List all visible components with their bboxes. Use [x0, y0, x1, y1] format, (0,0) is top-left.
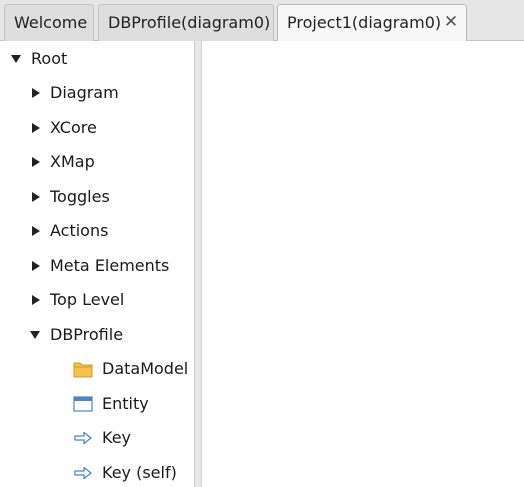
tree-item-xmap[interactable]: XMap	[0, 148, 194, 176]
tab-label: Welcome	[14, 13, 88, 32]
expanded-arrow-icon[interactable]	[11, 55, 21, 63]
folder-icon	[73, 362, 93, 378]
tree-item-label: Root	[31, 49, 68, 68]
tree-item-label: Entity	[102, 394, 149, 413]
tree-item-xcore[interactable]: XCore	[0, 114, 194, 142]
collapsed-arrow-icon[interactable]	[32, 295, 40, 305]
tree-item-label: Actions	[50, 221, 109, 240]
tree-item-label: XMap	[50, 152, 95, 171]
tab-welcome[interactable]: Welcome	[4, 4, 94, 41]
tree-item-label: DBProfile	[50, 325, 124, 344]
tree-item-label: Meta Elements	[50, 256, 170, 275]
expanded-arrow-icon[interactable]	[30, 331, 40, 339]
tree-item-actions[interactable]: Actions	[0, 217, 194, 245]
tree-item-label: Key	[102, 428, 132, 447]
tree-item-diagram[interactable]: Diagram	[0, 79, 194, 107]
collapsed-arrow-icon[interactable]	[32, 261, 40, 271]
tree-item-dbprofile[interactable]: DBProfile	[0, 321, 194, 349]
collapsed-arrow-icon[interactable]	[32, 226, 40, 236]
tree-item-label: DataModel	[102, 359, 189, 378]
tree-item-key-self[interactable]: Key (self)	[0, 459, 194, 487]
tree-item-meta-elements[interactable]: Meta Elements	[0, 252, 194, 280]
tab-dbprofile-diagram[interactable]: DBProfile(diagram0)	[98, 4, 274, 41]
collapsed-arrow-icon[interactable]	[32, 192, 40, 202]
tab-bar: Welcome DBProfile(diagram0) Project1(dia…	[0, 0, 524, 42]
tree-item-entity[interactable]: Entity	[0, 390, 194, 418]
close-icon[interactable]: ✕	[443, 5, 459, 40]
collapsed-arrow-icon[interactable]	[32, 123, 40, 133]
window-icon	[73, 396, 93, 412]
tree-item-root[interactable]: Root	[0, 45, 194, 73]
diagram-canvas[interactable]	[202, 41, 524, 487]
tree-item-toggles[interactable]: Toggles	[0, 183, 194, 211]
tree-item-label: Key (self)	[102, 463, 177, 482]
tree-panel: Root Diagram XCore XMap Toggles Actions …	[0, 41, 194, 487]
tree-item-top-level[interactable]: Top Level	[0, 286, 194, 314]
tree-item-datamodel[interactable]: DataModel	[0, 355, 194, 383]
tab-project1-diagram[interactable]: Project1(diagram0) ✕	[277, 4, 467, 42]
tree-item-key[interactable]: Key	[0, 424, 194, 452]
tab-label: DBProfile(diagram0)	[108, 13, 271, 32]
panel-splitter[interactable]	[194, 41, 202, 487]
arrow-right-icon	[74, 466, 92, 480]
tab-label: Project1(diagram0)	[287, 13, 442, 32]
tree-item-label: Diagram	[50, 83, 119, 102]
tree-item-label: Top Level	[50, 290, 125, 309]
collapsed-arrow-icon[interactable]	[32, 88, 40, 98]
arrow-right-icon	[74, 431, 92, 445]
tree-item-label: Toggles	[50, 187, 110, 206]
collapsed-arrow-icon[interactable]	[32, 157, 40, 167]
tree-item-label: XCore	[50, 118, 97, 137]
